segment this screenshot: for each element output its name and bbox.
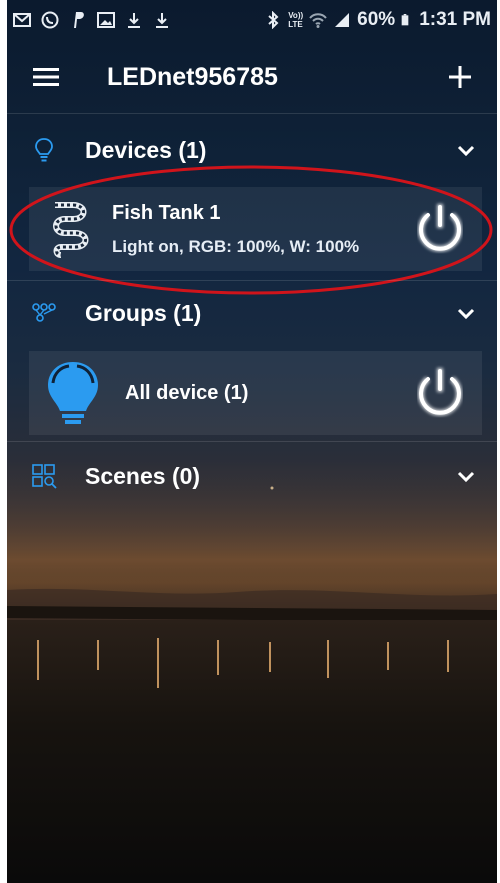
download-icon [156,13,168,28]
volte-bottom-label: LTE [288,20,303,29]
status-bar: Vo)) LTE 60% 1:31 PM [7,0,497,40]
volte-top-label: Vo)) [288,11,304,20]
app-toolbar: LEDnet956785 [7,45,497,109]
led-strip-icon [53,202,89,258]
device-status: Light on, RGB: 100%, W: 100% [112,237,360,256]
groups-section-header[interactable]: Groups (1) [7,283,497,343]
volte-icon: Vo)) LTE [288,11,303,29]
lightbulb-outline-icon [35,138,53,162]
toolbar-divider [7,113,497,114]
system-indicators: Vo)) LTE 60% 1:31 PM [264,9,497,31]
gallery-icon [97,12,115,28]
notification-icons [7,11,171,29]
bluetooth-icon [268,11,279,29]
paypal-icon [74,12,84,28]
plus-icon [449,66,471,88]
groups-divider [7,441,497,442]
group-name: All device (1) [125,382,249,404]
app-title: LEDnet956785 [107,62,278,91]
device-card-fish-tank[interactable]: Fish Tank 1 Light on, RGB: 100%, W: 100% [29,187,482,271]
groups-section-title: Groups (1) [85,299,202,326]
device-name: Fish Tank 1 [112,202,221,224]
wifi-icon [309,13,327,28]
chevron-down-icon[interactable] [455,302,477,324]
chevron-down-icon[interactable] [455,139,477,161]
app-screen: Vo)) LTE 60% 1:31 PM LEDnet956785 Device… [7,0,497,883]
devices-section-title: Devices (1) [85,136,207,163]
hamburger-menu-icon [33,68,59,86]
scenes-section-header[interactable]: Scenes (0) [7,446,497,506]
group-nodes-icon [32,303,56,322]
signal-icon [335,13,350,27]
mail-icon [13,13,31,27]
add-button[interactable] [435,52,485,102]
whatsapp-icon [41,11,59,29]
devices-divider [7,280,497,281]
battery-icon [401,14,409,26]
devices-section-header[interactable]: Devices (1) [7,120,497,180]
chevron-down-icon[interactable] [455,465,477,487]
battery-percent: 60% [357,9,396,30]
scenes-grid-icon [32,464,57,489]
lightbulb-filled-icon [48,362,98,424]
power-button[interactable] [412,365,468,421]
menu-button[interactable] [21,52,71,102]
power-button[interactable] [412,201,468,257]
group-card-all-device[interactable]: All device (1) [29,351,482,435]
scenes-section-title: Scenes (0) [85,462,201,489]
download-icon [128,13,140,28]
clock: 1:31 PM [419,9,491,30]
